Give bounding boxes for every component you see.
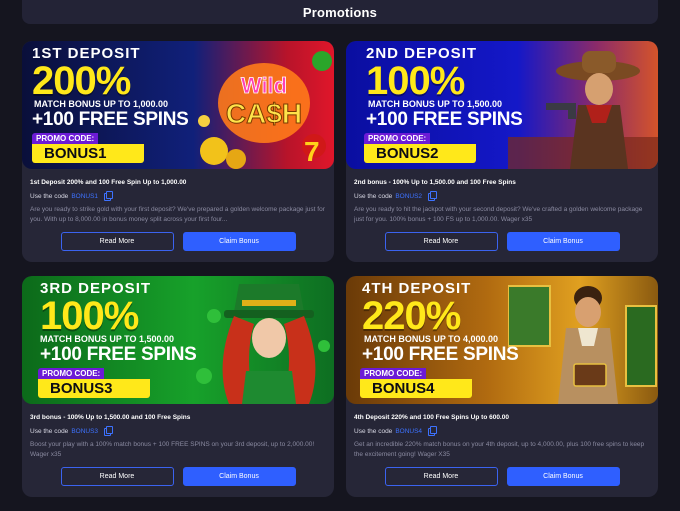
banner-match: MATCH BONUS UP TO 1,500.00 <box>368 99 503 109</box>
promo-banner-4[interactable]: 4TH DEPOSIT 220% MATCH BONUS UP TO 4,000… <box>346 276 658 404</box>
promo-code-value: BONUS3 <box>38 379 150 398</box>
card-description: Boost your play with a 100% match bonus … <box>30 441 315 458</box>
use-code-label: Use the code <box>354 427 393 435</box>
promo-banner-3[interactable]: 3RD DEPOSIT 100% MATCH BONUS UP TO 1,500… <box>22 276 334 404</box>
bonus-code[interactable]: BONUS1 <box>71 193 98 200</box>
svg-text:CA$H: CA$H <box>226 98 302 129</box>
banner-match: MATCH BONUS UP TO 1,500.00 <box>40 334 175 344</box>
promo-code-badge: PROMO CODE: BONUS4 <box>360 368 472 398</box>
wild-cash-art: Wild CA$H 7 <box>198 51 332 169</box>
svg-text:Wild: Wild <box>241 73 287 98</box>
use-code-label: Use the code <box>354 192 393 200</box>
use-code-label: Use the code <box>30 192 69 200</box>
banner-percent: 100% <box>366 59 465 103</box>
card-headline: 3rd bonus - 100% Up to 1,500.00 and 100 … <box>30 414 191 421</box>
explorer-art <box>508 285 657 404</box>
banner-percent: 100% <box>40 294 139 338</box>
banner-spins: +100 FREE SPINS <box>366 109 523 130</box>
bonus-code[interactable]: BONUS4 <box>395 428 422 435</box>
banner-percent: 200% <box>32 59 131 103</box>
svg-text:7: 7 <box>304 136 320 167</box>
claim-bonus-button[interactable]: Claim Bonus <box>182 232 296 251</box>
promo-card-3: 3RD DEPOSIT 100% MATCH BONUS UP TO 1,500… <box>22 276 334 497</box>
card-headline: 2nd bonus - 100% Up to 1,500.00 and 100 … <box>354 179 516 186</box>
copy-icon[interactable] <box>428 426 438 436</box>
promo-banner-2[interactable]: 2ND DEPOSIT 100% MATCH BONUS UP TO 1,500… <box>346 41 658 169</box>
card-description: Get an incredible 220% match bonus on yo… <box>354 441 645 458</box>
promo-code-value: BONUS4 <box>360 379 472 398</box>
card-description: Are you ready to hit the jackpot with yo… <box>354 206 643 223</box>
read-more-button[interactable]: Read More <box>384 232 498 251</box>
card-headline: 1st Deposit 200% and 100 Free Spin Up to… <box>30 179 187 186</box>
promo-code-badge: PROMO CODE: BONUS1 <box>32 133 144 163</box>
use-code-row: Use the code BONUS4 <box>354 426 650 436</box>
promo-code-value: BONUS1 <box>32 144 144 163</box>
promo-code-value: BONUS2 <box>364 144 476 163</box>
bonus-code[interactable]: BONUS3 <box>71 428 98 435</box>
use-code-row: Use the code BONUS2 <box>354 191 650 201</box>
claim-bonus-button[interactable]: Claim Bonus <box>182 467 296 486</box>
page-title: Promotions <box>302 4 378 20</box>
use-code-row: Use the code BONUS3 <box>30 426 326 436</box>
banner-match: MATCH BONUS UP TO 4,000.00 <box>364 334 499 344</box>
read-more-button[interactable]: Read More <box>60 232 174 251</box>
banner-percent: 220% <box>362 294 461 338</box>
leprechaun-art <box>196 284 330 404</box>
read-more-button[interactable]: Read More <box>60 467 174 486</box>
banner-spins: +100 FREE SPINS <box>32 109 189 130</box>
promo-code-badge: PROMO CODE: BONUS3 <box>38 368 150 398</box>
copy-icon[interactable] <box>428 191 438 201</box>
promo-card-1: Wild CA$H 7 1ST DEPOSIT 200% MATCH BONUS… <box>22 41 334 262</box>
use-code-row: Use the code BONUS1 <box>30 191 326 201</box>
use-code-label: Use the code <box>30 427 69 435</box>
read-more-button[interactable]: Read More <box>384 467 498 486</box>
banner-spins: +100 FREE SPINS <box>40 344 197 365</box>
promo-card-2: 2ND DEPOSIT 100% MATCH BONUS UP TO 1,500… <box>346 41 658 262</box>
banner-spins: +100 FREE SPINS <box>362 344 519 365</box>
promo-code-badge: PROMO CODE: BONUS2 <box>364 133 476 163</box>
copy-icon[interactable] <box>104 426 114 436</box>
banner-match: MATCH BONUS UP TO 1,000.00 <box>34 99 169 109</box>
claim-bonus-button[interactable]: Claim Bonus <box>506 232 620 251</box>
page-header: Promotions <box>22 0 658 24</box>
bonus-code[interactable]: BONUS2 <box>395 193 422 200</box>
card-description: Are you ready to strike gold with your f… <box>30 206 325 223</box>
copy-icon[interactable] <box>104 191 114 201</box>
cowboy-art <box>508 51 658 169</box>
promo-banner-1[interactable]: Wild CA$H 7 1ST DEPOSIT 200% MATCH BONUS… <box>22 41 334 169</box>
claim-bonus-button[interactable]: Claim Bonus <box>506 467 620 486</box>
promo-card-4: 4TH DEPOSIT 220% MATCH BONUS UP TO 4,000… <box>346 276 658 497</box>
card-headline: 4th Deposit 220% and 100 Free Spins Up t… <box>354 414 509 421</box>
